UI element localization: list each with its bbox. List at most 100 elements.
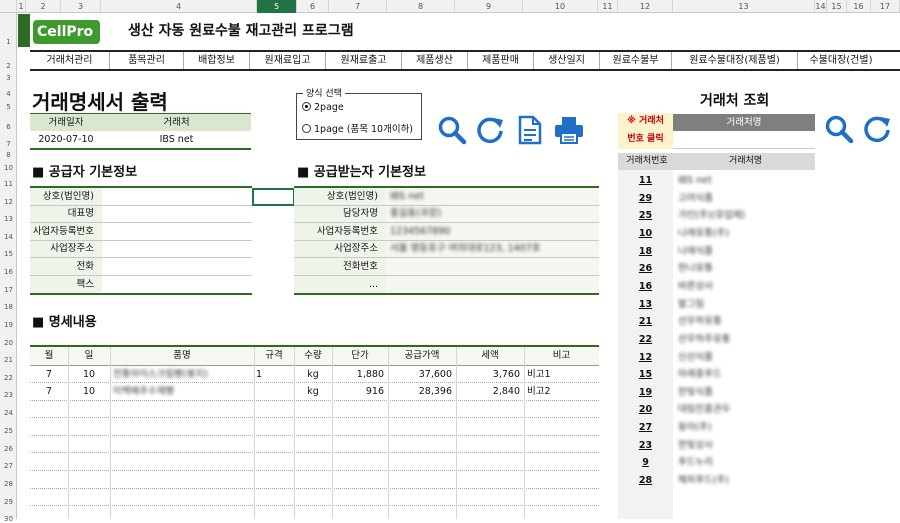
menu-material-in[interactable]: 원재료입고 — [250, 52, 326, 69]
lookup-item-number[interactable]: 9 — [618, 454, 673, 471]
col-14[interactable]: 14 — [815, 0, 827, 13]
row-21[interactable]: 21 — [0, 356, 17, 364]
lookup-refresh-icon[interactable] — [862, 114, 892, 144]
row-15[interactable]: 15 — [0, 250, 17, 258]
lookup-search-input[interactable] — [673, 131, 815, 149]
menu-sales[interactable]: 제품판매 — [468, 52, 534, 69]
menu-client-mgmt[interactable]: 거래처관리 — [30, 52, 110, 69]
client-value[interactable]: IBS net — [102, 131, 251, 148]
radio-icon[interactable] — [302, 124, 311, 133]
row-18[interactable]: 18 — [0, 303, 17, 311]
col-4[interactable]: 4 — [101, 0, 257, 13]
lookup-item-number[interactable]: 22 — [618, 331, 673, 348]
menu-ledger-by-product[interactable]: 원료수불대장(제품별) — [672, 52, 798, 69]
date-value[interactable]: 2020-07-10 — [30, 131, 102, 148]
col-16[interactable]: 16 — [847, 0, 871, 13]
row-13[interactable]: 13 — [0, 215, 17, 223]
receiver-bizno-value[interactable]: 1234567890 — [390, 223, 595, 240]
refresh-icon[interactable] — [475, 115, 505, 145]
menu-material-ledger[interactable]: 원료수불부 — [600, 52, 672, 69]
lookup-item-number[interactable]: 12 — [618, 349, 673, 366]
row-28[interactable]: 28 — [0, 480, 17, 488]
row-5[interactable]: 5 — [0, 103, 17, 111]
col-11[interactable]: 11 — [598, 0, 618, 13]
col-10[interactable]: 10 — [523, 0, 598, 13]
lookup-item-number[interactable]: 21 — [618, 313, 673, 330]
row-30[interactable]: 30 — [0, 515, 17, 523]
table-cell[interactable]: 비고1 — [527, 366, 597, 383]
lookup-item-number[interactable]: 23 — [618, 437, 673, 454]
row-7[interactable]: 7 — [0, 140, 17, 148]
lookup-item-number[interactable]: 11 — [618, 172, 673, 189]
col-3[interactable]: 3 — [61, 0, 101, 13]
table-cell[interactable]: 이백배추수제빵 — [113, 383, 253, 400]
form-option-1page[interactable]: 1page (품목 10개이하) — [302, 121, 413, 135]
col-8[interactable]: 8 — [387, 0, 455, 13]
col-13[interactable]: 13 — [673, 0, 815, 13]
lookup-item-number[interactable]: 25 — [618, 207, 673, 224]
table-cell[interactable]: 916 — [332, 383, 384, 400]
table-cell[interactable]: 3,760 — [456, 366, 520, 383]
col-6[interactable]: 6 — [297, 0, 329, 13]
row-14[interactable]: 14 — [0, 233, 17, 241]
row-22[interactable]: 22 — [0, 374, 17, 382]
lookup-item-number[interactable]: 19 — [618, 384, 673, 401]
form-option-2page[interactable]: 2page — [302, 102, 344, 113]
selected-cell[interactable] — [252, 188, 295, 206]
lookup-item-number[interactable]: 10 — [618, 225, 673, 242]
table-cell[interactable]: 10 — [68, 383, 110, 400]
row-16[interactable]: 16 — [0, 268, 17, 276]
receiver-manager-value[interactable]: 홍길동(과장) — [390, 205, 595, 222]
table-cell[interactable]: 7 — [30, 366, 68, 383]
row-24[interactable]: 24 — [0, 409, 17, 417]
menu-daily-log[interactable]: 생산일지 — [534, 52, 600, 69]
row-4[interactable]: 4 — [0, 90, 17, 98]
row-6[interactable]: 6 — [0, 123, 17, 131]
row-3[interactable]: 3 — [0, 74, 17, 82]
lookup-search-icon[interactable] — [824, 114, 854, 144]
receiver-address-value[interactable]: 서울 영등포구 여의대로123, 1407호 — [390, 240, 595, 257]
lookup-item-number[interactable]: 29 — [618, 190, 673, 207]
lookup-item-number[interactable]: 18 — [618, 243, 673, 260]
row-10[interactable]: 10 — [0, 164, 17, 172]
lookup-item-number[interactable]: 26 — [618, 260, 673, 277]
table-cell[interactable]: 10 — [68, 366, 110, 383]
row-23[interactable]: 23 — [0, 391, 17, 399]
col-9[interactable]: 9 — [455, 0, 523, 13]
menu-material-out[interactable]: 원재료출고 — [326, 52, 402, 69]
row-2[interactable]: 2 — [0, 62, 17, 70]
row-12[interactable]: 12 — [0, 198, 17, 206]
document-icon[interactable] — [517, 115, 543, 145]
table-cell[interactable]: 28,396 — [388, 383, 452, 400]
table-cell[interactable]: kg — [294, 366, 332, 383]
row-26[interactable]: 26 — [0, 445, 17, 453]
table-cell[interactable]: kg — [294, 383, 332, 400]
receiver-name-value[interactable]: IBS net — [390, 188, 595, 205]
row-19[interactable]: 19 — [0, 321, 17, 329]
col-17[interactable]: 17 — [871, 0, 900, 13]
row-25[interactable]: 25 — [0, 427, 17, 435]
search-icon[interactable] — [437, 115, 467, 145]
table-cell[interactable] — [256, 383, 292, 400]
row-1[interactable]: 1 — [0, 38, 17, 46]
col-12[interactable]: 12 — [618, 0, 673, 13]
col-1[interactable]: 1 — [17, 0, 26, 13]
table-cell[interactable]: 1,880 — [332, 366, 384, 383]
col-7[interactable]: 7 — [329, 0, 387, 13]
row-17[interactable]: 17 — [0, 286, 17, 294]
lookup-item-number[interactable]: 16 — [618, 278, 673, 295]
lookup-item-number[interactable]: 20 — [618, 401, 673, 418]
table-cell[interactable]: 37,600 — [388, 366, 452, 383]
col-2[interactable]: 2 — [26, 0, 61, 13]
table-cell[interactable]: 1 — [256, 366, 292, 383]
print-icon[interactable] — [553, 115, 585, 145]
lookup-item-number[interactable]: 27 — [618, 419, 673, 436]
table-cell[interactable]: 7 — [30, 383, 68, 400]
radio-selected-icon[interactable] — [302, 102, 311, 111]
menu-production[interactable]: 제품생산 — [402, 52, 468, 69]
table-cell[interactable]: 2,840 — [456, 383, 520, 400]
col-5[interactable]: 5 — [257, 0, 297, 13]
row-29[interactable]: 29 — [0, 498, 17, 506]
lookup-item-number[interactable]: 28 — [618, 472, 673, 489]
row-8[interactable]: 8 — [0, 151, 17, 159]
